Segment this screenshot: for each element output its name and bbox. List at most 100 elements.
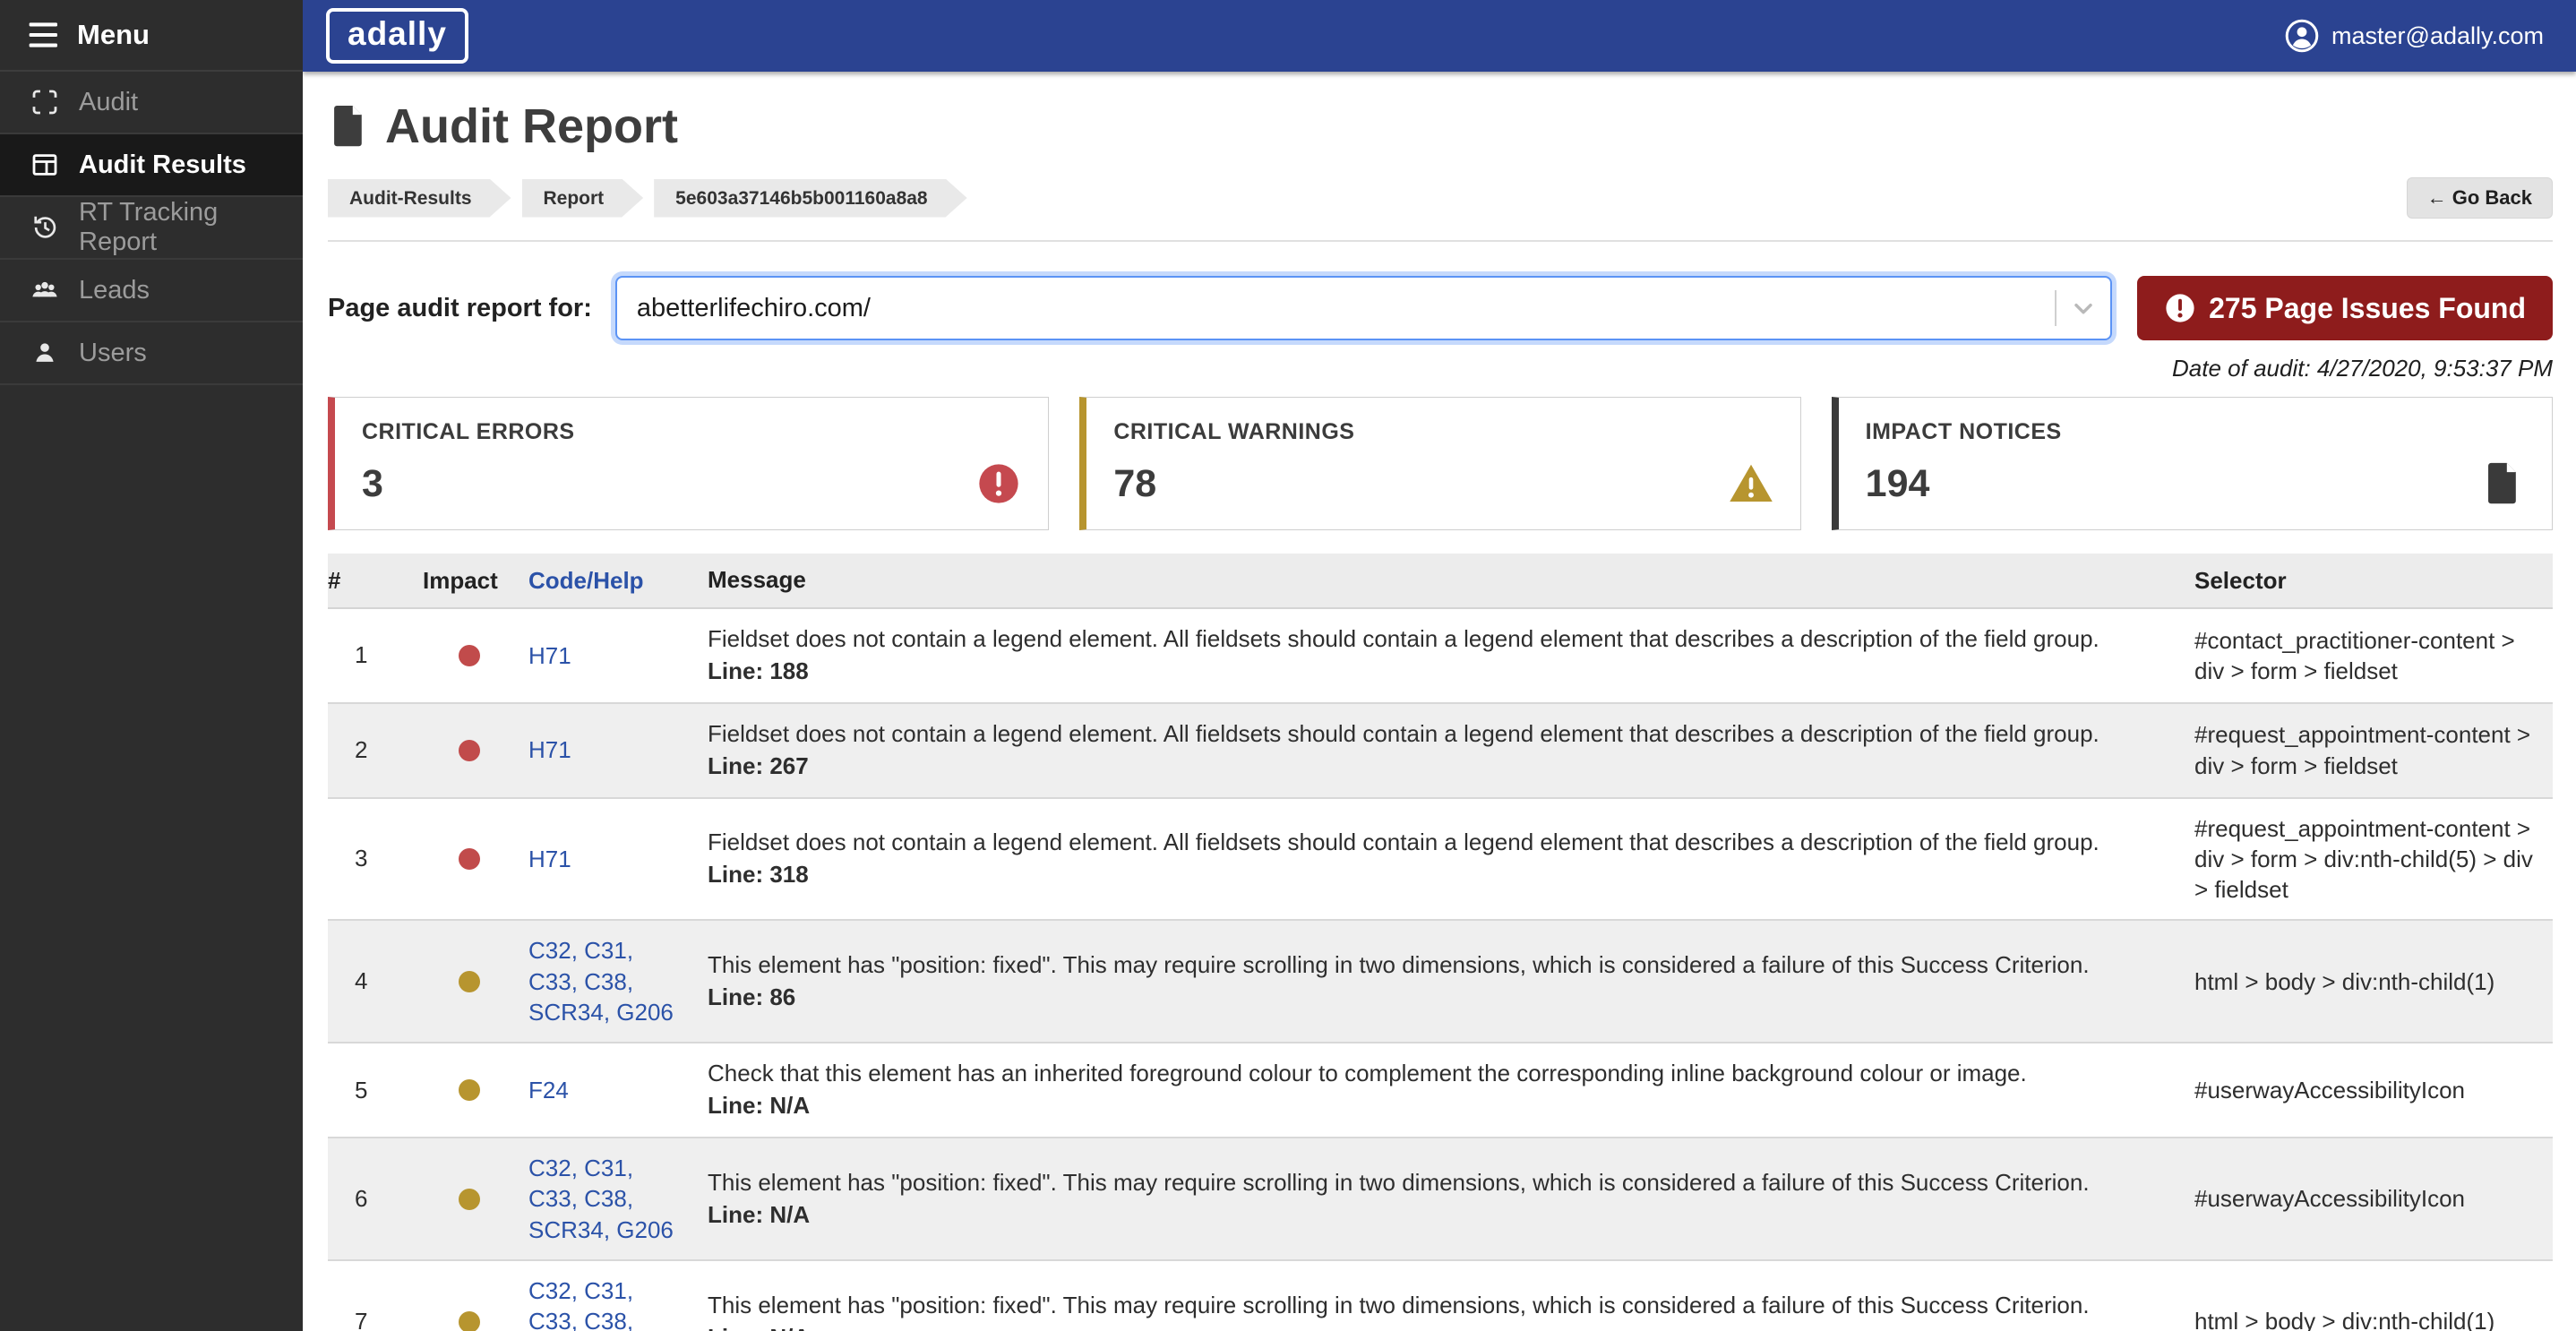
hamburger-icon bbox=[29, 21, 59, 48]
impact-dot bbox=[459, 1079, 480, 1101]
go-back-button[interactable]: ← Go Back bbox=[2407, 177, 2553, 219]
impact-dot bbox=[459, 645, 480, 666]
notice-file-icon bbox=[2480, 461, 2525, 506]
breadcrumb-item[interactable]: 5e603a37146b5b001160a8a8 bbox=[654, 179, 966, 218]
row-number: 1 bbox=[328, 641, 410, 669]
issue-line: Line: 86 bbox=[708, 982, 2151, 1014]
sidebar-item-label: Audit Results bbox=[79, 150, 246, 180]
audit-date: Date of audit: 4/27/2020, 9:53:37 PM bbox=[328, 355, 2553, 382]
report-file-icon bbox=[328, 104, 369, 149]
header-message: Message bbox=[708, 564, 2194, 597]
sidebar: Menu Audit Audit Results RT Tracking Repor… bbox=[0, 0, 303, 1331]
code-links[interactable]: H71 bbox=[528, 640, 708, 671]
warning-triangle-icon bbox=[1729, 461, 1773, 506]
select-divider bbox=[2055, 290, 2057, 326]
page-title: Audit Report bbox=[385, 99, 678, 154]
code-links[interactable]: F24 bbox=[528, 1075, 708, 1105]
issue-selector: #contact_practitioner-content > div > fo… bbox=[2194, 625, 2553, 687]
sidebar-item-users[interactable]: Users bbox=[0, 322, 303, 385]
content: Audit Report Audit-Results Report 5e603a37… bbox=[303, 72, 2576, 1331]
header-impact: Impact bbox=[410, 567, 528, 595]
sidebar-item-audit[interactable]: Audit bbox=[0, 72, 303, 134]
user-email: master@adally.com bbox=[2331, 22, 2544, 50]
code-links[interactable]: C32, C31, C33, C38, SCR34, G206 bbox=[528, 1275, 708, 1331]
impact-dot bbox=[459, 971, 480, 992]
menu-button[interactable]: Menu bbox=[0, 0, 303, 72]
code-links[interactable]: C32, C31, C33, C38, SCR34, G206 bbox=[528, 1153, 708, 1245]
sidebar-item-rt-tracking-report[interactable]: RT Tracking Report bbox=[0, 197, 303, 260]
sidebar-item-label: Leads bbox=[79, 276, 150, 305]
code-links[interactable]: H71 bbox=[528, 734, 708, 765]
page-url-select[interactable]: abetterlifechiro.com/ bbox=[615, 276, 2112, 340]
card-critical-warnings: CRITICAL WARNINGS 78 bbox=[1079, 397, 1800, 530]
table-row: 2 H71Fieldset does not contain a legend e… bbox=[328, 704, 2553, 799]
issue-message: This element has "position: fixed". This… bbox=[708, 1290, 2151, 1322]
header-number: # bbox=[328, 567, 410, 595]
issues-found-text: 275 Page Issues Found bbox=[2209, 292, 2526, 325]
error-circle-icon bbox=[976, 461, 1021, 506]
card-value: 78 bbox=[1113, 462, 1156, 506]
menu-label: Menu bbox=[77, 19, 150, 51]
issue-message: Fieldset does not contain a legend eleme… bbox=[708, 718, 2151, 751]
code-links[interactable]: C32, C31, C33, C38, SCR34, G206 bbox=[528, 935, 708, 1027]
summary-cards: CRITICAL ERRORS 3 CRITICAL WARNINGS 78 IMPAC… bbox=[328, 397, 2553, 530]
card-critical-errors: CRITICAL ERRORS 3 bbox=[328, 397, 1049, 530]
code-links[interactable]: H71 bbox=[528, 844, 708, 874]
breadcrumb: Audit-Results Report 5e603a37146b5b001160a… bbox=[328, 179, 967, 218]
audit-results-icon bbox=[30, 150, 59, 179]
history-clock-icon bbox=[30, 213, 59, 242]
row-number: 5 bbox=[328, 1077, 410, 1104]
issue-line: Line: 188 bbox=[708, 656, 2151, 688]
table-row: 6C32, C31, C33, C38, SCR34, G206This ele… bbox=[328, 1138, 2553, 1261]
issues-table-body: 1H71Fieldset does not contain a legend e… bbox=[328, 609, 2553, 1331]
card-title: CRITICAL WARNINGS bbox=[1113, 419, 1773, 445]
table-row: 7 C32, C31, C33, C38, SCR34, G206This ele… bbox=[328, 1261, 2553, 1331]
table-row: 3 H71Fieldset does not contain a legend e… bbox=[328, 799, 2553, 922]
avatar-icon bbox=[2285, 19, 2319, 53]
header-selector: Selector bbox=[2194, 565, 2553, 596]
issue-line: Line: N/A bbox=[708, 1199, 2151, 1232]
header-code-help: Code/Help bbox=[528, 565, 708, 596]
card-title: CRITICAL ERRORS bbox=[362, 419, 1021, 445]
table-row: 1H71Fieldset does not contain a legend e… bbox=[328, 609, 2553, 704]
sidebar-item-audit-results[interactable]: Audit Results bbox=[0, 134, 303, 197]
row-number: 3 bbox=[328, 845, 410, 872]
breadcrumb-item[interactable]: Audit-Results bbox=[328, 179, 511, 218]
user-icon bbox=[30, 339, 59, 367]
sidebar-item-label: RT Tracking Report bbox=[79, 198, 303, 257]
breadcrumb-item[interactable]: Report bbox=[522, 179, 644, 218]
sidebar-item-leads[interactable]: Leads bbox=[0, 260, 303, 322]
user-account[interactable]: master@adally.com bbox=[2285, 19, 2544, 53]
divider bbox=[328, 240, 2553, 242]
issue-line: Line: 267 bbox=[708, 751, 2151, 783]
card-impact-notices: IMPACT NOTICES 194 bbox=[1832, 397, 2553, 530]
issue-line: Line: N/A bbox=[708, 1090, 2151, 1122]
row-number: 2 bbox=[328, 736, 410, 764]
logo[interactable]: adally bbox=[326, 8, 468, 64]
report-for-label: Page audit report for: bbox=[328, 294, 592, 323]
issue-selector: #request_appointment-content > div > for… bbox=[2194, 719, 2553, 781]
audit-icon bbox=[30, 88, 59, 116]
leads-people-icon bbox=[30, 276, 59, 305]
impact-dot bbox=[459, 740, 480, 761]
issue-message: This element has "position: fixed". This… bbox=[708, 949, 2151, 982]
topbar: adally master@adally.com bbox=[303, 0, 2576, 72]
row-number: 7 bbox=[328, 1308, 410, 1331]
card-value: 3 bbox=[362, 462, 383, 506]
issue-selector: #request_appointment-content > div > for… bbox=[2194, 813, 2553, 906]
card-value: 194 bbox=[1866, 462, 1930, 506]
issues-found-badge: 275 Page Issues Found bbox=[2137, 276, 2553, 340]
row-number: 4 bbox=[328, 967, 410, 995]
issue-message: Fieldset does not contain a legend eleme… bbox=[708, 827, 2151, 859]
impact-dot bbox=[459, 1311, 480, 1331]
sidebar-item-label: Users bbox=[79, 339, 147, 368]
issue-selector: html > body > div:nth-child(1) bbox=[2194, 966, 2553, 997]
sidebar-item-label: Audit bbox=[79, 88, 138, 117]
table-row: 4 C32, C31, C33, C38, SCR34, G206This ele… bbox=[328, 921, 2553, 1043]
exclamation-circle-icon bbox=[2164, 292, 2196, 324]
logo-text: adally bbox=[348, 15, 447, 52]
card-title: IMPACT NOTICES bbox=[1866, 419, 2525, 445]
issues-table: # Impact Code/Help Message Selector 1 H71… bbox=[328, 554, 2553, 1331]
row-number: 6 bbox=[328, 1185, 410, 1213]
chevron-down-icon bbox=[2069, 294, 2098, 322]
